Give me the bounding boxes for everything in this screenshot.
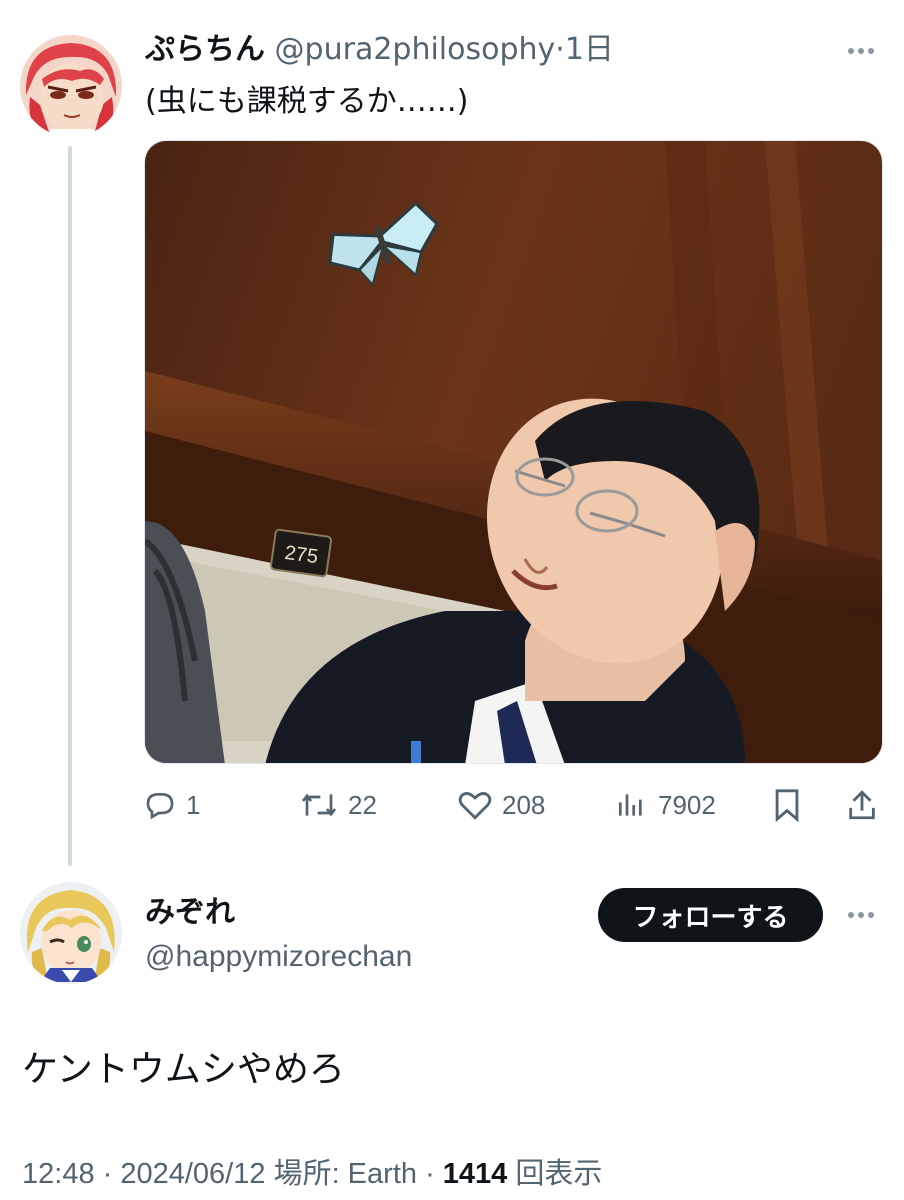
- retweet-count: 22: [348, 789, 377, 820]
- display-name[interactable]: ぷらちん: [145, 32, 265, 67]
- post-location: 場所: Earth: [265, 1158, 418, 1190]
- separator-dot: ·: [555, 32, 565, 67]
- views-button[interactable]: 7902: [614, 782, 716, 828]
- bookmark-icon: [775, 789, 799, 822]
- retweet-icon: [301, 793, 337, 817]
- separator-dot: ·: [94, 1158, 121, 1190]
- heart-icon: [458, 792, 492, 820]
- like-count: 208: [502, 789, 546, 820]
- tweet-1-text: (虫にも課税するか……): [145, 84, 469, 119]
- view-count: 1414: [442, 1158, 508, 1190]
- tweet-action-bar: 1 22 208 7902: [144, 782, 884, 828]
- share-button[interactable]: [846, 782, 878, 828]
- reply-button[interactable]: 1: [144, 782, 200, 828]
- post-time[interactable]: 1日: [565, 32, 614, 67]
- share-icon: [849, 790, 875, 820]
- tweet-1-header: ぷらちん @pura2philosophy·1日: [145, 30, 614, 70]
- tweet-image[interactable]: 275: [144, 140, 883, 764]
- more-options-icon[interactable]: [848, 912, 874, 918]
- separator-dot: ·: [417, 1158, 443, 1190]
- post-time[interactable]: 12:48: [22, 1158, 95, 1190]
- bookmark-button[interactable]: [772, 782, 802, 828]
- post-date[interactable]: 2024/06/12: [120, 1158, 265, 1190]
- user-handle[interactable]: @happymizorechan: [145, 937, 412, 977]
- thread-connector-line: [68, 146, 72, 866]
- retweet-button[interactable]: 22: [300, 782, 377, 828]
- tweet-meta: 12:48 · 2024/06/12 場所: Earth · 1414 回表示: [22, 1154, 602, 1194]
- views-label: 回表示: [507, 1158, 603, 1190]
- view-count: 7902: [658, 789, 716, 820]
- avatar[interactable]: [20, 35, 122, 137]
- reply-icon: [146, 793, 174, 820]
- tweet-2-text: ケントウムシやめろ: [22, 1049, 345, 1090]
- like-button[interactable]: 208: [458, 782, 545, 828]
- avatar[interactable]: [20, 882, 122, 984]
- more-options-icon[interactable]: [848, 48, 874, 54]
- user-handle[interactable]: @pura2philosophy: [275, 32, 556, 67]
- reply-count: 1: [186, 789, 201, 820]
- display-name[interactable]: みぞれ: [145, 893, 235, 933]
- analytics-icon: [619, 794, 642, 816]
- seat-number-placard: 275: [283, 542, 319, 568]
- follow-button[interactable]: フォローする: [598, 888, 823, 942]
